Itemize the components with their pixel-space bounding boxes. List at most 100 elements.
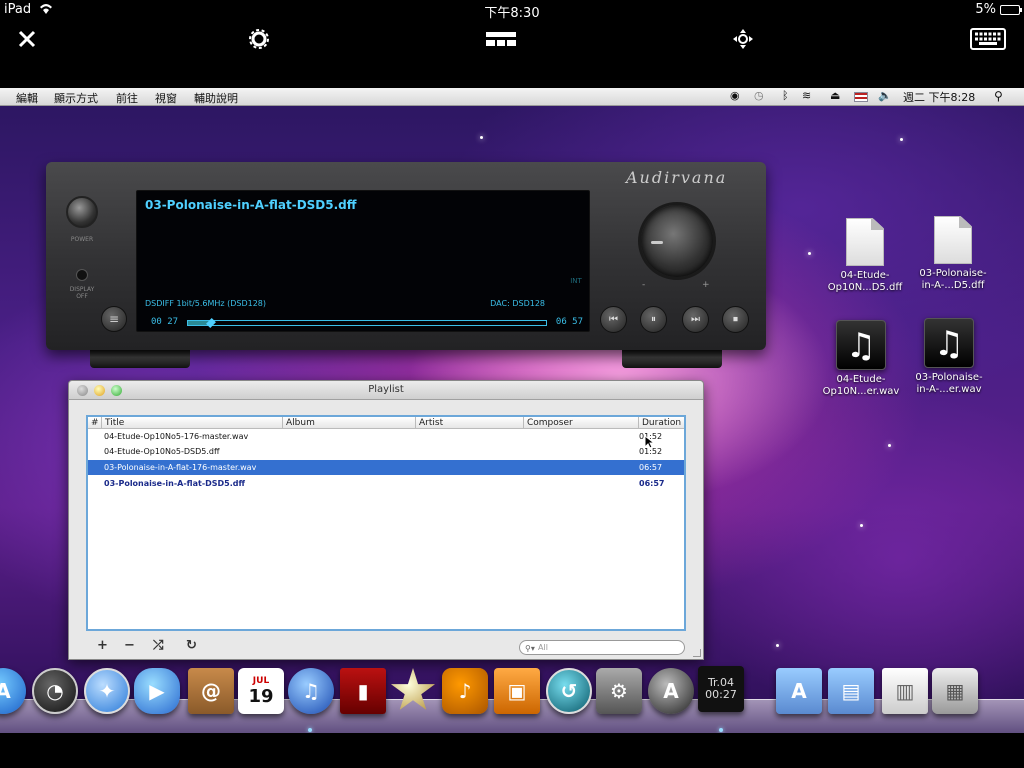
keyboard-button[interactable]	[968, 24, 1008, 54]
previous-icon: ⏮	[609, 314, 618, 325]
col-header-title[interactable]: Title	[102, 417, 283, 429]
progress-handle[interactable]	[206, 318, 217, 328]
menu-view[interactable]: 顯示方式	[54, 90, 98, 106]
col-header-artist[interactable]: Artist	[416, 417, 524, 429]
star	[808, 252, 811, 255]
col-header-album[interactable]: Album	[283, 417, 416, 429]
menu-edit[interactable]: 編輯	[16, 90, 38, 106]
ipad-status-bar: iPad 下午8:30 5%	[0, 0, 1024, 21]
music-note-icon: ♫	[924, 318, 974, 368]
running-indicator	[719, 728, 723, 732]
eject-icon[interactable]: ⏏	[830, 89, 840, 102]
power-label: POWER	[70, 236, 94, 243]
document-icon	[846, 218, 884, 266]
dashboard-icon[interactable]: ◔	[32, 668, 78, 714]
playlist-search-field[interactable]: ⚲▾ All	[519, 640, 685, 655]
wifi-menu-icon[interactable]: ≋	[802, 89, 811, 102]
desktop-file-etude-wav[interactable]: ♫ 04-Etude- Op10N...er.wav	[816, 320, 906, 398]
document-icon	[934, 216, 972, 264]
front-row-icon[interactable]: ▮	[340, 668, 386, 714]
calendar-month: JUL	[252, 675, 270, 686]
mac-desktop: 編輯 顯示方式 前往 視窗 輔助說明 ◉ ◷ ᛒ ≋ ⏏ 🔈 週二 下午8:28…	[0, 88, 1024, 733]
pause-icon: ⏸	[651, 314, 656, 325]
power-button[interactable]	[66, 196, 98, 228]
mac-menubar: 編輯 顯示方式 前往 視窗 輔助說明 ◉ ◷ ᛒ ≋ ⏏ 🔈 週二 下午8:28…	[0, 88, 1024, 106]
trash-icon[interactable]: ▦	[932, 668, 978, 714]
move-button[interactable]	[726, 24, 760, 54]
menu-help[interactable]: 輔助說明	[194, 90, 238, 106]
stop-button[interactable]: ⏹	[722, 306, 749, 333]
aperture-icon[interactable]: A	[648, 668, 694, 714]
col-header-duration[interactable]: Duration	[639, 417, 684, 429]
add-track-button[interactable]: +	[97, 638, 108, 653]
menu-icon: ≡	[108, 312, 120, 326]
screen-layout-button[interactable]	[484, 24, 518, 54]
int-tag: INT	[570, 277, 582, 285]
garageband-icon[interactable]: ♪	[442, 668, 488, 714]
table-row[interactable]: 04-Etude-Op10No5-DSD5.dff 01:52	[88, 444, 684, 459]
display-off-button[interactable]	[76, 269, 88, 281]
applications-folder-icon[interactable]: A	[776, 668, 822, 714]
system-preferences-icon[interactable]: ⚙	[596, 668, 642, 714]
volume-knob-indicator	[651, 241, 663, 244]
playlist-window: Playlist # Title Album Artist Composer D…	[68, 380, 704, 660]
row-title: 04-Etude-Op10No5-176-master.wav	[104, 432, 249, 441]
music-note-icon: ♫	[836, 320, 886, 370]
col-header-composer[interactable]: Composer	[524, 417, 639, 429]
remove-track-button[interactable]: −	[124, 638, 135, 653]
bluetooth-icon[interactable]: ᛒ	[782, 89, 789, 102]
playlist-table[interactable]: # Title Album Artist Composer Duration 0…	[86, 415, 686, 631]
remote-toolbar	[0, 20, 1024, 88]
shuffle-button[interactable]: ⤮	[153, 638, 163, 653]
player-foot-right	[622, 350, 722, 368]
audio-format: DSDIFF 1bit/5.6MHz (DSD128)	[145, 299, 267, 308]
ical-icon[interactable]: JUL 19	[238, 668, 284, 714]
settings-button[interactable]	[242, 24, 276, 54]
player-foot-left	[90, 350, 190, 368]
pause-button[interactable]: ⏸	[640, 306, 667, 333]
record-status-icon[interactable]: ◉	[730, 89, 740, 102]
star	[888, 444, 891, 447]
itunes-icon[interactable]: ♫	[288, 668, 334, 714]
menu-window[interactable]: 視窗	[155, 90, 177, 106]
dock-track-time: 00:27	[705, 688, 737, 701]
table-row[interactable]: 04-Etude-Op10No5-176-master.wav 01:52	[88, 429, 684, 444]
time-machine-icon[interactable]: ◷	[754, 89, 764, 102]
close-button[interactable]	[10, 24, 44, 54]
progress-bar[interactable]	[187, 318, 547, 328]
search-icon: ⚲▾	[525, 644, 535, 653]
star	[900, 138, 903, 141]
layout-icon	[486, 32, 516, 46]
volume-icon[interactable]: 🔈	[878, 89, 892, 102]
next-button[interactable]: ⏭	[682, 306, 709, 333]
documents-folder-icon[interactable]: ▤	[828, 668, 874, 714]
flag-input-icon[interactable]	[854, 92, 868, 102]
player-menu-button[interactable]: ≡	[101, 306, 127, 332]
safari-icon[interactable]: ✦	[84, 668, 130, 714]
ichat-icon[interactable]: ▶	[134, 668, 180, 714]
desktop-file-polonaise-wav[interactable]: ♫ 03-Polonaise-in-A-...er.wav	[904, 318, 994, 396]
file-label: 03-Polonaise-in-A-...er.wav	[915, 372, 983, 395]
address-book-icon[interactable]: @	[188, 668, 234, 714]
spotlight-icon[interactable]: ⚲	[994, 89, 1003, 103]
volume-knob[interactable]	[638, 202, 716, 280]
desktop-file-etude-dff[interactable]: 04-Etude- Op10N...D5.dff	[820, 218, 910, 294]
display-off-label: DISPLAY OFF	[69, 286, 95, 300]
table-row-playing[interactable]: 03-Polonaise-in-A-flat-DSD5.dff 06:57	[88, 476, 684, 491]
repeat-button[interactable]: ↻	[186, 638, 197, 653]
time-machine-icon[interactable]: ↺	[546, 668, 592, 714]
file-label: 03-Polonaise-in-A-...D5.dff	[919, 268, 987, 291]
col-header-number[interactable]: #	[88, 417, 102, 429]
previous-button[interactable]: ⏮	[600, 306, 627, 333]
iphoto-icon[interactable]: ▣	[494, 668, 540, 714]
table-row-selected[interactable]: 03-Polonaise-in-A-flat-176-master.wav 06…	[88, 460, 684, 475]
player-display: 03-Polonaise-in-A-flat-DSD5.dff DSDIFF 1…	[136, 190, 590, 332]
downloads-stack-icon[interactable]: ▥	[882, 668, 928, 714]
battery-icon	[1000, 5, 1022, 15]
resize-handle[interactable]	[693, 649, 701, 657]
desktop-file-polonaise-dff[interactable]: 03-Polonaise-in-A-...D5.dff	[908, 216, 998, 292]
playlist-titlebar[interactable]: Playlist	[69, 381, 703, 400]
audirvana-dock-icon[interactable]: Tr.04 00:27	[698, 666, 744, 712]
menu-go[interactable]: 前往	[116, 90, 138, 106]
menubar-clock[interactable]: 週二 下午8:28	[903, 89, 975, 105]
